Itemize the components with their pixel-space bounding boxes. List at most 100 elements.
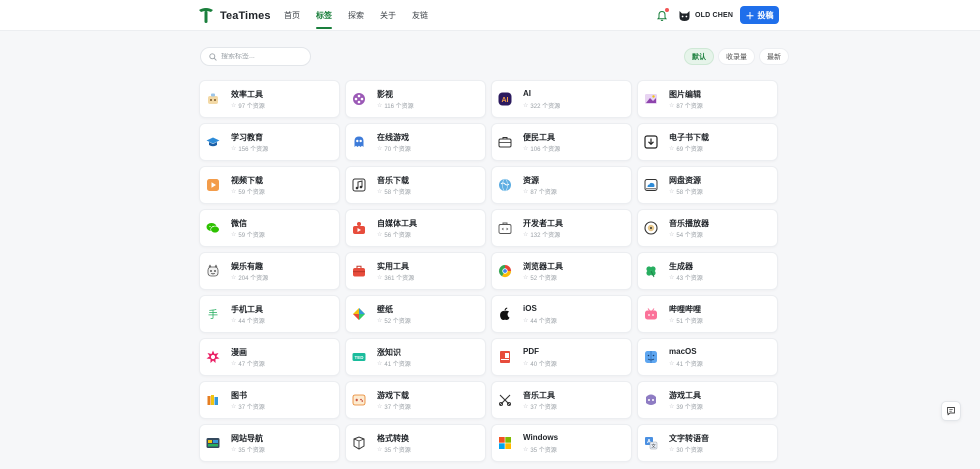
star-icon: ☆ <box>669 103 675 109</box>
tag-card[interactable]: 实用工具 ☆ 361 个资源 <box>345 252 486 290</box>
nav-friend-links[interactable]: 友链 <box>412 10 428 21</box>
notification-button[interactable] <box>656 8 669 21</box>
tag-card[interactable]: 自媒体工具 ☆ 56 个资源 <box>345 209 486 247</box>
tag-resource-count: ☆ 37 个资源 <box>377 402 411 411</box>
resource-count-text: 52 个资源 <box>530 276 557 282</box>
tag-card[interactable]: 哔哩哔哩 ☆ 51 个资源 <box>637 295 778 333</box>
resource-count-text: 58 个资源 <box>384 190 411 196</box>
tag-card[interactable]: 开发者工具 ☆ 132 个资源 <box>491 209 632 247</box>
tag-resource-count: ☆ 44 个资源 <box>231 316 265 325</box>
svg-text:AI: AI <box>502 97 509 104</box>
nav-explore[interactable]: 探索 <box>348 10 364 21</box>
tag-name: AI <box>523 89 531 98</box>
brand-logo[interactable]: TeaTimes <box>198 7 271 24</box>
tag-card[interactable]: 效率工具 ☆ 97 个资源 <box>199 80 340 118</box>
feedback-chat-button[interactable] <box>941 401 961 421</box>
nav-home[interactable]: 首页 <box>284 10 300 21</box>
tag-card[interactable]: 影视 ☆ 116 个资源 <box>345 80 486 118</box>
resource-count-text: 132 个资源 <box>530 233 561 239</box>
sort-latest-button[interactable]: 最新 <box>759 48 789 65</box>
tag-search-input[interactable] <box>221 53 306 60</box>
tag-card[interactable]: A 文 文字转语音 ☆ 30 个资源 <box>637 424 778 462</box>
tag-card[interactable]: 微信 ☆ 59 个资源 <box>199 209 340 247</box>
svg-text:手: 手 <box>208 308 218 321</box>
tag-card[interactable]: 游戏下载 ☆ 37 个资源 <box>345 381 486 419</box>
tag-resource-count: ☆ 35 个资源 <box>523 445 557 454</box>
tag-resource-count: ☆ 39 个资源 <box>669 402 703 411</box>
star-icon: ☆ <box>231 404 237 410</box>
bilibili-icon <box>644 307 658 321</box>
tag-card[interactable]: 浏览器工具 ☆ 52 个资源 <box>491 252 632 290</box>
tag-resource-count: ☆ 87 个资源 <box>669 101 703 110</box>
ghost-icon <box>352 135 366 149</box>
tag-card[interactable]: 视频下载 ☆ 59 个资源 <box>199 166 340 204</box>
tag-card[interactable]: 音乐工具 ☆ 37 个资源 <box>491 381 632 419</box>
resource-count-text: 69 个资源 <box>676 147 703 153</box>
nav-tags[interactable]: 标签 <box>316 10 332 29</box>
chat-bubble-icon <box>947 407 955 416</box>
tag-card[interactable]: TED 涨知识 ☆ 41 个资源 <box>345 338 486 376</box>
star-icon: ☆ <box>523 189 529 195</box>
tag-card[interactable]: 生成器 ☆ 43 个资源 <box>637 252 778 290</box>
navigation-icon <box>206 436 220 450</box>
top-navigation-bar: TeaTimes 首页 标签 探索 关于 友链 OLD CHEN ＋ 投稿 <box>0 0 980 31</box>
tag-card[interactable]: Windows ☆ 35 个资源 <box>491 424 632 462</box>
tag-card[interactable]: 图片编辑 ☆ 87 个资源 <box>637 80 778 118</box>
star-icon: ☆ <box>669 275 675 281</box>
resource-count-text: 47 个资源 <box>238 362 265 368</box>
tag-card[interactable]: 在线游戏 ☆ 70 个资源 <box>345 123 486 161</box>
tag-card[interactable]: macOS ☆ 41 个资源 <box>637 338 778 376</box>
tag-search-box[interactable] <box>200 47 311 66</box>
tag-card[interactable]: 网盘资源 ☆ 58 个资源 <box>637 166 778 204</box>
star-icon: ☆ <box>523 318 529 324</box>
resource-count-text: 97 个资源 <box>238 104 265 110</box>
tag-card[interactable]: AI AI ☆ 322 个资源 <box>491 80 632 118</box>
media-creator-icon <box>352 221 366 235</box>
tag-card[interactable]: 音乐下载 ☆ 58 个资源 <box>345 166 486 204</box>
tag-name: PDF <box>523 347 539 356</box>
resource-count-text: 30 个资源 <box>676 448 703 454</box>
star-icon: ☆ <box>377 275 383 281</box>
tag-card[interactable]: 壁纸 ☆ 52 个资源 <box>345 295 486 333</box>
sort-by-count-button[interactable]: 收录量 <box>718 48 755 65</box>
code-toolbox-icon <box>498 221 512 235</box>
nav-about[interactable]: 关于 <box>380 10 396 21</box>
tag-card[interactable]: 便民工具 ☆ 106 个资源 <box>491 123 632 161</box>
tag-card[interactable]: 手 手机工具 ☆ 44 个资源 <box>199 295 340 333</box>
tag-card[interactable]: 娱乐有趣 ☆ 204 个资源 <box>199 252 340 290</box>
tag-card[interactable]: 电子书下载 ☆ 69 个资源 <box>637 123 778 161</box>
tag-card[interactable]: iOS ☆ 44 个资源 <box>491 295 632 333</box>
resource-count-text: 58 个资源 <box>676 190 703 196</box>
tag-card[interactable]: 漫画 ☆ 47 个资源 <box>199 338 340 376</box>
resource-count-text: 37 个资源 <box>238 405 265 411</box>
star-icon: ☆ <box>523 447 529 453</box>
star-icon: ☆ <box>669 404 675 410</box>
clover-icon <box>644 264 658 278</box>
tag-card[interactable]: 资源 ☆ 87 个资源 <box>491 166 632 204</box>
tag-resource-count: ☆ 35 个资源 <box>377 445 411 454</box>
tag-name: 哔哩哔哩 <box>669 305 701 314</box>
tag-resource-count: ☆ 40 个资源 <box>523 359 557 368</box>
knowledge-icon: TED <box>352 350 366 364</box>
tag-name: 音乐播放器 <box>669 219 709 228</box>
tag-card[interactable]: 格式转换 ☆ 35 个资源 <box>345 424 486 462</box>
tag-name: 音乐工具 <box>523 391 555 400</box>
user-menu[interactable]: OLD CHEN <box>678 9 733 22</box>
comic-icon <box>206 350 220 364</box>
tag-resource-count: ☆ 47 个资源 <box>231 359 265 368</box>
tag-name: 涨知识 <box>377 348 401 357</box>
apple-icon <box>498 307 512 321</box>
star-icon: ☆ <box>523 275 529 281</box>
star-icon: ☆ <box>523 404 529 410</box>
tag-name: 自媒体工具 <box>377 219 417 228</box>
tag-card[interactable]: 网站导航 ☆ 35 个资源 <box>199 424 340 462</box>
tag-card[interactable]: 学习教育 ☆ 156 个资源 <box>199 123 340 161</box>
sort-default-button[interactable]: 默认 <box>684 48 714 65</box>
submit-button[interactable]: ＋ 投稿 <box>740 6 779 24</box>
tag-card[interactable]: 游戏工具 ☆ 39 个资源 <box>637 381 778 419</box>
tag-card[interactable]: 图书 ☆ 37 个资源 <box>199 381 340 419</box>
tag-resource-count: ☆ 41 个资源 <box>377 359 411 368</box>
tag-card[interactable]: PDF ☆ 40 个资源 <box>491 338 632 376</box>
tag-resource-count: ☆ 69 个资源 <box>669 144 703 153</box>
tag-card[interactable]: 音乐播放器 ☆ 54 个资源 <box>637 209 778 247</box>
